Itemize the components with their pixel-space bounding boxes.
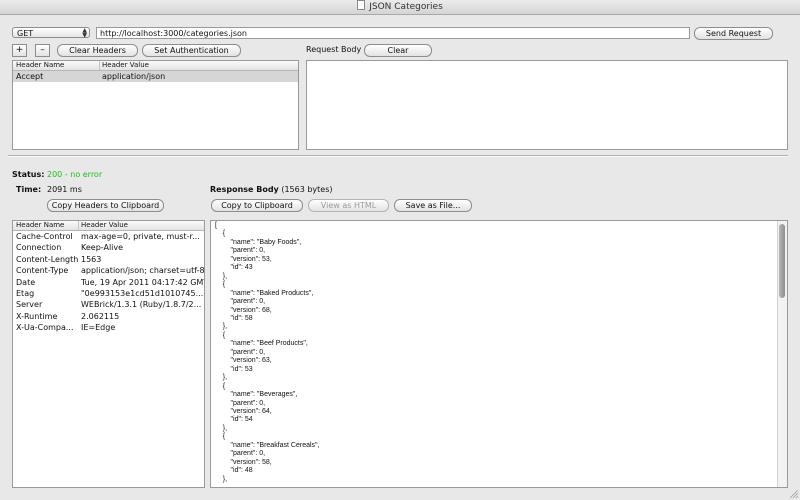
section-divider: [8, 155, 788, 157]
header-name-cell: Content-Type: [16, 266, 69, 276]
response-headers-table[interactable]: Header Name Header Value Cache-Control ma…: [12, 220, 205, 488]
table-row[interactable]: Etag "0e993153e1cd51d1010745...: [13, 288, 204, 299]
header-name-cell: Cache-Control: [16, 232, 73, 241]
url-input[interactable]: http://localhost:3000/categories.json: [96, 27, 690, 39]
vertical-scrollbar[interactable]: [777, 221, 787, 487]
header-value-cell: IE=Edge: [81, 323, 116, 333]
add-header-button[interactable]: +: [12, 44, 27, 57]
column-header-value[interactable]: Header Value: [81, 221, 128, 230]
method-value: GET: [17, 29, 34, 38]
header-name-cell: X-Runtime: [16, 311, 58, 321]
set-authentication-button[interactable]: Set Authentication: [142, 44, 241, 57]
header-name-cell: Server: [16, 300, 43, 310]
request-body-input[interactable]: [306, 60, 788, 150]
status-value: 200 - no error: [47, 170, 103, 179]
response-body-text: [ { "name": "Baby Foods", "parent": 0, "…: [215, 222, 320, 483]
header-value-cell: 2.062115: [81, 311, 120, 321]
table-row[interactable]: Server WEBrick/1.3.1 (Ruby/1.8.7/2...: [13, 299, 204, 310]
status-label: Status:: [12, 170, 45, 179]
table-header: Header Name Header Value: [13, 61, 298, 71]
header-value-cell: application/json; charset=utf-8: [81, 266, 204, 276]
header-name-cell: Date: [16, 277, 36, 287]
copy-to-clipboard-button[interactable]: Copy to Clipboard: [211, 199, 303, 212]
table-row[interactable]: Content-Type application/json; charset=ut…: [13, 265, 204, 276]
table-row[interactable]: Accept application/json: [13, 71, 298, 82]
header-value-cell: application/json: [102, 72, 166, 81]
select-arrows-icon: ▲ ▼: [82, 27, 87, 39]
header-value-cell: max-age=0, private, must-r...: [81, 232, 200, 241]
header-name-cell: Connection: [16, 243, 62, 253]
header-name-cell: Content-Length: [16, 254, 78, 264]
header-value-cell: WEBrick/1.3.1 (Ruby/1.8.7/2...: [81, 300, 202, 310]
clear-headers-button[interactable]: Clear Headers: [57, 44, 138, 57]
send-request-button[interactable]: Send Request: [694, 27, 773, 40]
time-label: Time:: [16, 185, 42, 194]
response-body-size: (1563 bytes): [281, 185, 333, 194]
remove-header-button[interactable]: –: [35, 44, 50, 57]
table-row[interactable]: X-Ua-Compa... IE=Edge: [13, 322, 204, 333]
window-titlebar: JSON Categories: [0, 0, 800, 15]
table-header: Header Name Header Value: [13, 221, 204, 231]
column-header-value[interactable]: Header Value: [102, 61, 149, 70]
header-name-cell: Accept: [16, 72, 44, 81]
request-headers-table[interactable]: Header Name Header Value Accept applicat…: [12, 60, 299, 150]
column-header-name[interactable]: Header Name: [16, 61, 64, 70]
header-value-cell: 1563: [81, 254, 102, 264]
table-row[interactable]: Content-Length 1563: [13, 254, 204, 265]
header-value-cell: "0e993153e1cd51d1010745...: [81, 289, 204, 298]
view-as-html-button[interactable]: View as HTML: [308, 199, 389, 212]
method-select[interactable]: GET ▲ ▼: [12, 27, 90, 39]
save-as-file-button[interactable]: Save as File...: [394, 199, 472, 212]
table-row[interactable]: Date Tue, 19 Apr 2011 04:17:42 GMT: [13, 277, 204, 288]
time-value: 2091 ms: [47, 185, 82, 194]
copy-headers-button[interactable]: Copy Headers to Clipboard: [47, 199, 164, 212]
table-row[interactable]: Cache-Control max-age=0, private, must-r.…: [13, 231, 204, 242]
resize-grip-icon[interactable]: [790, 490, 798, 498]
header-value-cell: Keep-Alive: [81, 243, 124, 253]
clear-body-button[interactable]: Clear: [364, 44, 432, 57]
scrollbar-thumb[interactable]: [779, 224, 785, 298]
header-name-cell: Etag: [16, 289, 35, 298]
header-name-cell: X-Ua-Compa...: [16, 323, 74, 333]
response-body-view[interactable]: [ { "name": "Baby Foods", "parent": 0, "…: [210, 220, 788, 488]
column-header-name[interactable]: Header Name: [16, 221, 64, 230]
document-icon: [357, 0, 366, 10]
response-body-label: Response Body: [210, 185, 279, 194]
table-row[interactable]: X-Runtime 2.062115: [13, 311, 204, 322]
table-row[interactable]: Connection Keep-Alive: [13, 242, 204, 253]
request-body-label: Request Body: [306, 45, 362, 54]
header-value-cell: Tue, 19 Apr 2011 04:17:42 GMT: [81, 277, 204, 287]
window-title: JSON Categories: [369, 2, 443, 12]
